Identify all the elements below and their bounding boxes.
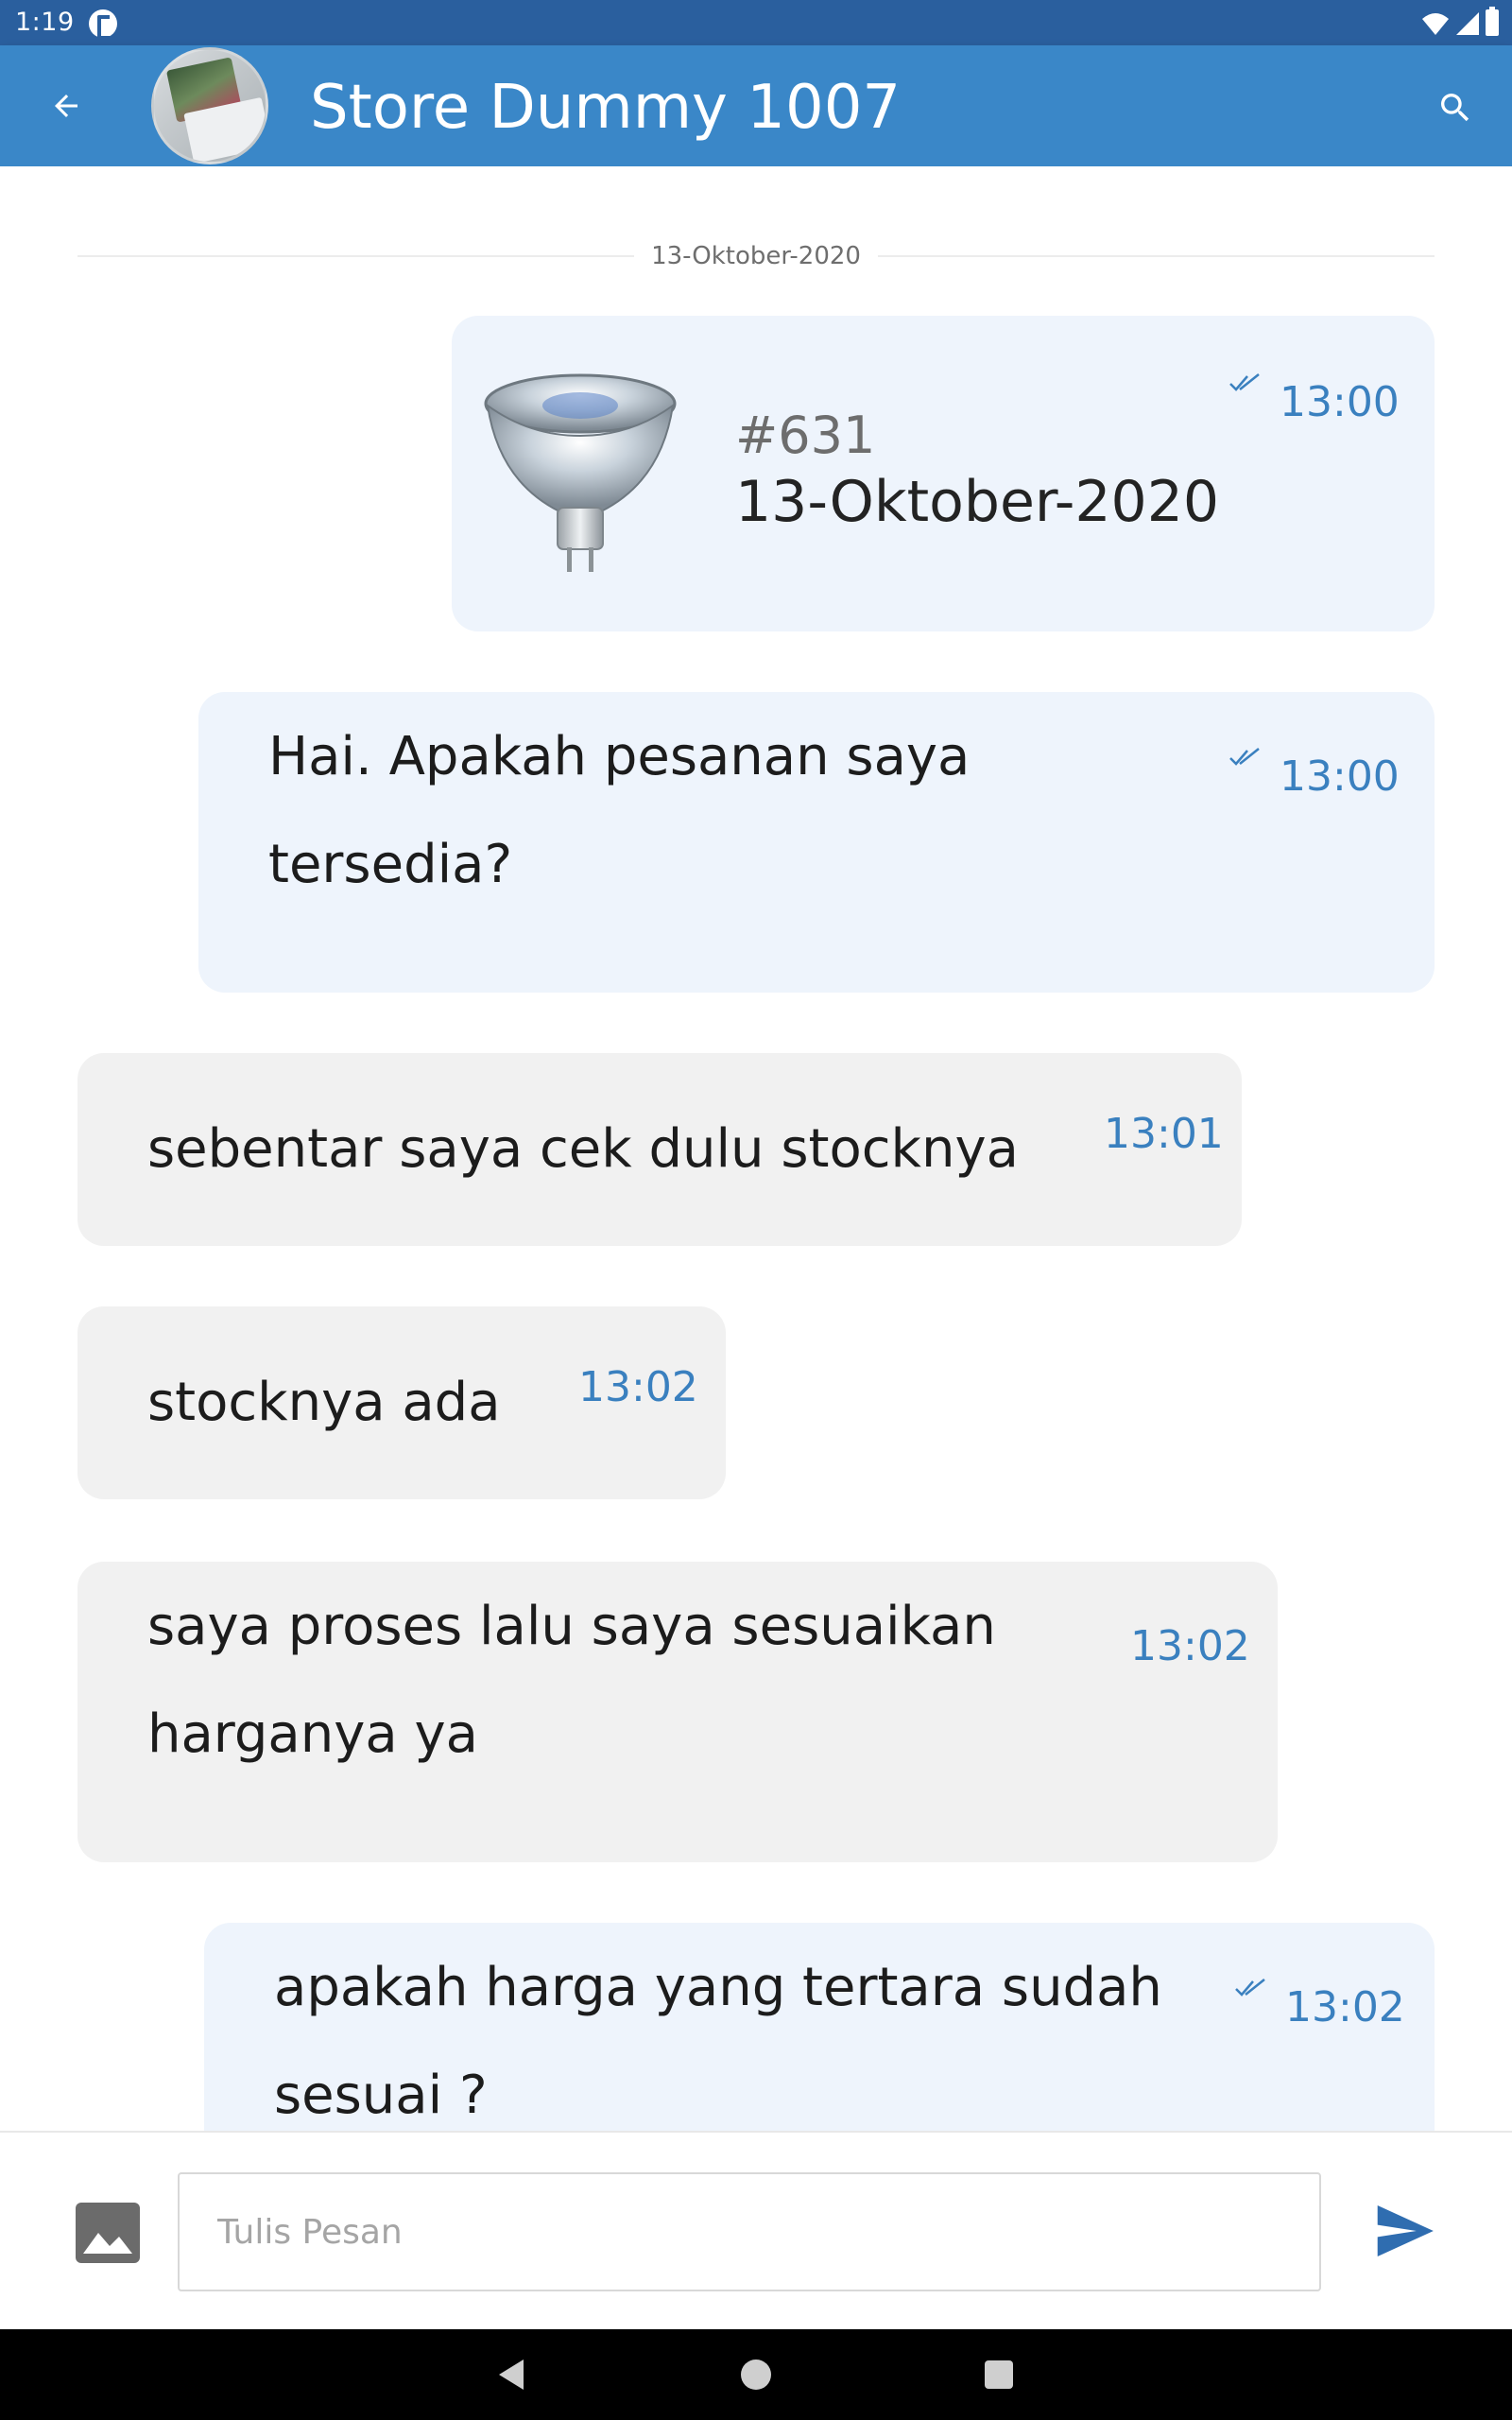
nav-home-icon[interactable] <box>741 2360 771 2390</box>
notification-app-icon <box>89 9 117 40</box>
message-text: stocknya ada <box>147 1372 501 1433</box>
status-icons <box>1421 7 1499 36</box>
signal-icon <box>1456 12 1479 35</box>
outgoing-message[interactable]: Hai. Apakah pesanan saya tersedia? 13:00 <box>198 692 1435 993</box>
message-input[interactable] <box>178 2172 1321 2291</box>
message-time: 13:02 <box>1130 1622 1250 1670</box>
search-button[interactable] <box>1429 81 1482 134</box>
message-time: 13:00 <box>1280 378 1400 426</box>
message-time: 13:02 <box>578 1363 698 1411</box>
double-check-icon <box>1229 748 1260 766</box>
app-bar: Store Dummy 1007 <box>0 45 1512 166</box>
system-nav-bar <box>0 2329 1512 2420</box>
store-title: Store Dummy 1007 <box>310 73 902 143</box>
arrow-back-icon <box>55 95 77 117</box>
image-icon <box>83 2233 132 2254</box>
halogen-bulb-image <box>484 373 677 572</box>
message-text: apakah harga yang tertara sudah sesuai ? <box>274 1957 1162 2126</box>
back-button[interactable] <box>38 78 94 134</box>
message-time: 13:01 <box>1104 1110 1224 1158</box>
incoming-message[interactable]: saya proses lalu saya sesuaikan harganya… <box>77 1562 1278 1862</box>
message-time: 13:02 <box>1285 1983 1405 2031</box>
nav-back-icon[interactable] <box>495 2358 529 2392</box>
search-icon <box>1441 94 1469 122</box>
send-button[interactable] <box>1372 2199 1436 2263</box>
chat-screen: 1:19 Store Dummy 1007 13-Oktober-2020 #6… <box>0 0 1512 2420</box>
date-divider-text: 13-Oktober-2020 <box>651 242 861 270</box>
outgoing-message[interactable]: apakah harga yang tertara sudah sesuai ?… <box>204 1923 1435 2131</box>
status-time: 1:19 <box>15 8 75 37</box>
order-number: #631 <box>735 406 876 465</box>
incoming-message[interactable]: sebentar saya cek dulu stocknya 13:01 <box>77 1053 1242 1246</box>
message-text: sebentar saya cek dulu stocknya <box>147 1118 1019 1180</box>
message-text: saya proses lalu saya sesuaikan harganya… <box>147 1596 996 1765</box>
message-text: Hai. Apakah pesanan saya tersedia? <box>268 726 971 895</box>
send-icon <box>1377 2205 1434 2256</box>
message-time: 13:00 <box>1280 752 1400 801</box>
order-card-message[interactable]: #631 13-Oktober-2020 13:00 <box>452 316 1435 631</box>
store-avatar[interactable] <box>151 47 268 164</box>
order-date: 13-Oktober-2020 <box>735 469 1220 535</box>
date-divider: 13-Oktober-2020 <box>77 242 1435 270</box>
status-bar: 1:19 <box>0 0 1512 45</box>
divider-line <box>77 255 635 257</box>
double-check-icon <box>1235 1979 1265 1996</box>
message-list[interactable]: 13-Oktober-2020 #631 13-Oktober-2020 13:… <box>0 166 1512 2131</box>
incoming-message[interactable]: stocknya ada 13:02 <box>77 1306 726 1499</box>
battery-icon <box>1486 7 1499 36</box>
nav-recents-icon[interactable] <box>985 2360 1013 2389</box>
divider-line <box>877 255 1435 257</box>
composer-bar <box>0 2131 1512 2329</box>
wifi-icon <box>1422 13 1449 35</box>
double-check-icon <box>1229 373 1260 391</box>
attach-image-button[interactable] <box>76 2203 140 2263</box>
